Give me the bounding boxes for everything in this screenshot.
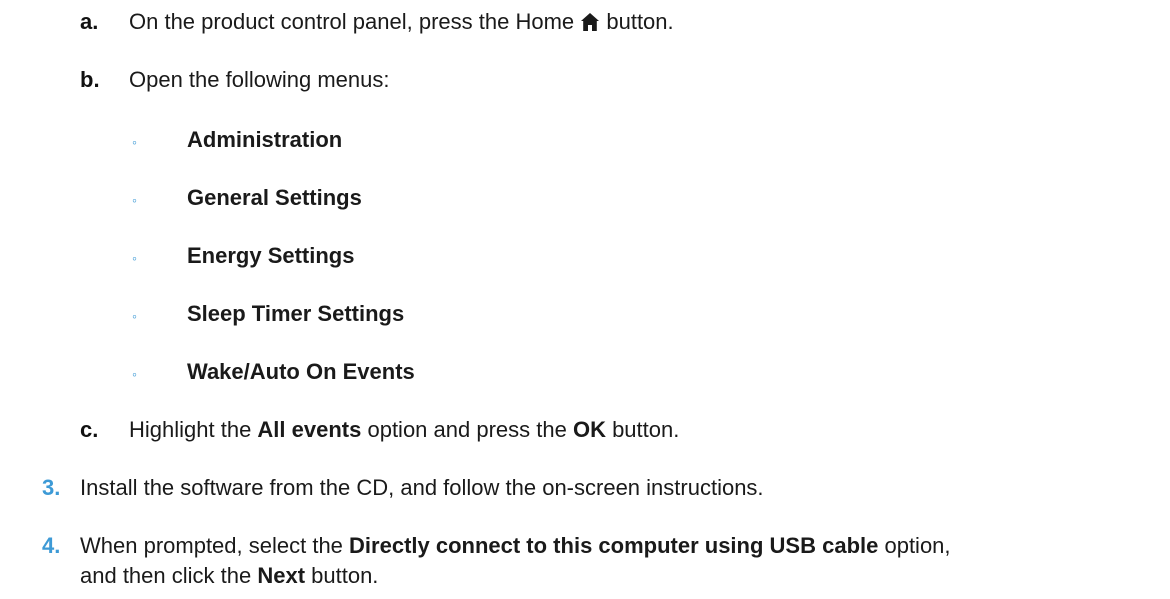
bullet-icon: ◦	[132, 250, 137, 266]
bullet-icon: ◦	[132, 134, 137, 150]
usb-option-label: Directly connect to this computer using …	[349, 533, 879, 558]
step-4-marker: 4.	[42, 533, 61, 558]
menu-item-administration: Administration	[187, 127, 343, 152]
bullet-icon: ◦	[132, 308, 137, 324]
step-4-text-3: and then click the	[80, 563, 258, 588]
bullet-icon: ◦	[132, 192, 137, 208]
menu-item-general-settings: General Settings	[187, 185, 362, 210]
ok-button-label: OK	[572, 417, 606, 442]
step-a-marker: a.	[80, 9, 99, 34]
step-4-text-line2: and then click the Next button.	[80, 561, 378, 591]
menu-item-sleep-timer-settings: Sleep Timer Settings	[187, 301, 405, 326]
next-button-label: Next	[257, 563, 306, 588]
step-a-text-before: On the product control panel, press the …	[129, 9, 581, 34]
step-a-text: On the product control panel, press the …	[129, 7, 674, 37]
step-4-text-4: button.	[305, 563, 379, 588]
step-c-marker: c.	[80, 417, 99, 442]
menu-item-energy-settings: Energy Settings	[187, 243, 355, 268]
step-4-text-line1: When prompted, select the Directly conne…	[80, 531, 951, 561]
step-c-text-2: option and press the	[361, 417, 573, 442]
step-4-text-2: option,	[878, 533, 951, 558]
step-b-text: Open the following menus:	[129, 67, 390, 92]
step-c-text: Highlight the All events option and pres…	[129, 415, 679, 445]
menu-item-wake-auto-on-events: Wake/Auto On Events	[187, 359, 415, 384]
step-c-text-1: Highlight the	[129, 417, 258, 442]
step-c-text-3: button.	[605, 417, 680, 442]
home-icon	[581, 13, 600, 31]
step-b-marker: b.	[80, 67, 100, 92]
step-3-marker: 3.	[42, 475, 61, 500]
step-a-text-after: button.	[600, 9, 674, 34]
step-3-text: Install the software from the CD, and fo…	[80, 475, 764, 500]
all-events-option: All events	[257, 417, 362, 442]
bullet-icon: ◦	[132, 366, 137, 382]
step-4-text-1: When prompted, select the	[80, 533, 350, 558]
